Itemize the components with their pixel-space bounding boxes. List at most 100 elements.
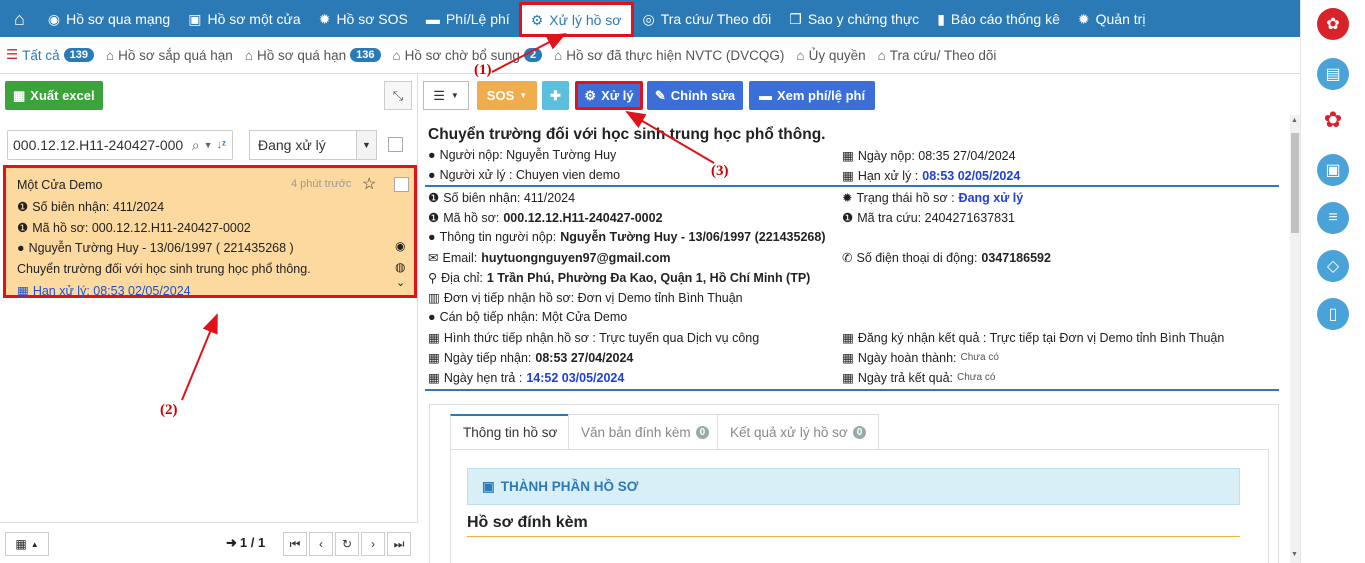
appointment-value: 14:52 03/05/2024 <box>526 370 625 385</box>
card-title: Một Cửa Demo <box>17 178 103 192</box>
edit-button[interactable]: ✎ Chỉnh sửa <box>647 81 743 110</box>
nav-xu-ly-ho-so[interactable]: ⚙ Xử lý hồ sơ <box>518 2 634 37</box>
search-input[interactable]: 000.12.12.H11-240427-000 ⌕ ▼ ↓ᶻ <box>7 130 233 160</box>
grid-menu-button[interactable]: ▦ ▲ <box>5 532 49 556</box>
user-icon: ● <box>17 241 25 255</box>
arrow-right-icon: ➜ <box>226 535 237 550</box>
pin-button[interactable]: ✚ <box>542 81 569 110</box>
compress-icon: ⤡ <box>392 87 404 103</box>
card-checkbox[interactable] <box>394 177 409 192</box>
calendar-icon: ▦ <box>842 371 854 385</box>
eye-icon[interactable]: ◉ <box>395 239 405 253</box>
tab-van-ban-dinh-kem[interactable]: Văn bản đính kèm 0 <box>568 414 723 449</box>
refresh-button[interactable]: ↻ <box>335 532 359 556</box>
info-tabs-panel: Thông tin hồ sơ Văn bản đính kèm 0 Kết qu… <box>429 404 1279 563</box>
calendar-icon: ▦ <box>842 331 854 345</box>
last-page-button[interactable]: ⏭ <box>387 532 411 556</box>
chevron-left-icon: ‹ <box>319 537 323 551</box>
tab-label: Tất cả <box>22 47 60 63</box>
tab-uy-quyen[interactable]: ⌂ Ủy quyền <box>790 48 871 63</box>
nav-ho-so-qua-mang[interactable]: ◉ Hồ sơ qua mạng <box>39 0 179 37</box>
button-label: Xử lý <box>601 88 634 103</box>
collapse-button[interactable]: ⤡ <box>384 81 412 110</box>
button-label: SOS <box>486 88 515 103</box>
tab-thong-tin-ho-so[interactable]: Thông tin hồ sơ <box>450 414 571 449</box>
inbox-icon: ⌂ <box>877 47 886 63</box>
card-desc: Chuyển trường đối với học sinh trung học… <box>17 262 311 276</box>
export-excel-button[interactable]: ▦ Xuất excel <box>5 81 103 110</box>
search-icon[interactable]: ⌕ <box>192 137 200 154</box>
nav-quan-tri[interactable]: ✹ Quản trị <box>1069 0 1155 37</box>
code-label: Mã hồ sơ: <box>443 210 500 225</box>
button-label: Xuất excel <box>30 88 95 103</box>
deadline-label: Hạn xử lý : <box>857 168 919 183</box>
database-icon[interactable]: ≡ <box>1317 202 1349 234</box>
tab-sap-qua-han[interactable]: ⌂ Hồ sơ sắp quá hạn <box>100 48 239 63</box>
user-icon: ● <box>428 148 436 162</box>
calendar-icon: ▦ <box>428 331 440 345</box>
first-page-button[interactable]: ⏮ <box>283 532 307 556</box>
tab-nvtc[interactable]: ⌂ Hồ sơ đã thực hiện NVTC (DVCQG) <box>548 48 790 63</box>
button-label: Chỉnh sửa <box>670 88 736 103</box>
caret-down-icon[interactable]: ▼ <box>204 140 213 150</box>
briefcase-icon: ▣ <box>188 10 202 27</box>
diamond-icon[interactable]: ◇ <box>1317 250 1349 282</box>
scrollbar[interactable]: ▲ ▼ <box>1290 115 1300 563</box>
last-page-icon: ⏭ <box>393 536 405 551</box>
menu-dropdown-button[interactable]: ☰ ▼ <box>423 81 469 110</box>
tab-ket-qua-xu-ly[interactable]: Kết quả xử lý hồ sơ 0 <box>717 414 880 449</box>
count-badge: 0 <box>695 425 710 439</box>
process-button[interactable]: ⚙ Xử lý <box>575 81 643 110</box>
nav-tra-cuu[interactable]: ◎ Tra cứu/ Theo dõi <box>634 0 781 37</box>
chevron-double-down-icon[interactable]: ⌄ <box>396 276 405 289</box>
submitter-info-label: Thông tin người nộp: <box>439 230 557 244</box>
emblem-icon[interactable]: ✿ <box>1317 8 1349 40</box>
globe-icon[interactable]: ◍ <box>395 260 405 274</box>
select-all-checkbox[interactable] <box>388 137 403 152</box>
status-select[interactable]: Đang xử lý ▼ <box>249 130 377 160</box>
email-icon: ✉ <box>428 251 439 265</box>
tab-tat-ca[interactable]: ☰ Tất cả 139 <box>0 47 100 63</box>
view-fee-button[interactable]: ▬ Xem phí/lệ phí <box>749 81 875 110</box>
nav-ho-so-mot-cua[interactable]: ▣ Hồ sơ một cửa <box>179 0 309 37</box>
processor: Người xử lý : Chuyen vien demo <box>439 168 621 182</box>
divider <box>467 536 1240 537</box>
nav-phi-le-phi[interactable]: ▬ Phí/Lệ phí <box>417 0 519 37</box>
count-badge: 0 <box>852 425 867 439</box>
calendar-icon: ▦ <box>842 351 854 365</box>
tab-qua-han[interactable]: ⌂ Hồ sơ quá hạn 136 <box>239 48 387 63</box>
sort-az-icon[interactable]: ↓ᶻ <box>217 139 232 151</box>
tab-cho-bo-sung[interactable]: ⌂ Hồ sơ chờ bổ sung 2 <box>387 48 549 63</box>
tab-tra-cuu[interactable]: ⌂ Tra cứu/ Theo dõi <box>872 48 1003 63</box>
map-marker-icon: ⚲ <box>428 271 438 285</box>
cog-icon: ✹ <box>842 191 853 205</box>
record-card[interactable]: Một Cửa Demo 4 phút trước ☆ ❶ Số biên nhậ… <box>3 165 417 298</box>
scrollbar-thumb[interactable] <box>1291 133 1299 233</box>
star-icon[interactable]: ☆ <box>362 174 376 194</box>
caret-down-icon: ▼ <box>519 91 528 100</box>
complete-date-value: Chưa có <box>960 352 999 363</box>
nav-bao-cao[interactable]: ▮ Báo cáo thống kê <box>928 0 1069 37</box>
info-icon: ❶ <box>17 221 29 235</box>
card-icon: ▬ <box>758 88 772 103</box>
nav-ho-so-sos[interactable]: ✹ Hồ sơ SOS <box>310 0 417 37</box>
sos-button[interactable]: SOS ▼ <box>477 81 537 110</box>
scroll-up-icon[interactable]: ▲ <box>1291 117 1298 124</box>
next-page-button[interactable]: › <box>361 532 385 556</box>
excel-icon: ▦ <box>13 87 26 103</box>
home-button[interactable]: ⌂ <box>0 0 39 37</box>
caret-down-icon: ▼ <box>450 91 459 100</box>
device-icon[interactable]: ▯ <box>1317 298 1349 330</box>
section-header: ▣ THÀNH PHẦN HỒ SƠ <box>467 468 1240 505</box>
receipt-number: Số biên nhận: 411/2024 <box>443 190 576 205</box>
receiving-unit: Đơn vị tiếp nhận hồ sơ: Đơn vị Demo tỉnh… <box>443 290 743 305</box>
return-date-label: Ngày trả kết quả: <box>857 370 954 385</box>
monitor-icon[interactable]: ▤ <box>1317 58 1349 90</box>
prev-page-button[interactable]: ‹ <box>309 532 333 556</box>
nav-sao-y[interactable]: ❐ Sao y chứng thực <box>780 0 928 37</box>
scroll-down-icon[interactable]: ▼ <box>1291 551 1298 558</box>
inbox-icon: ⌂ <box>105 47 115 63</box>
flower-icon[interactable]: ✿ <box>1317 104 1349 136</box>
lookup-code: Mã tra cứu: 2404271637831 <box>857 210 1016 225</box>
screen-icon[interactable]: ▣ <box>1317 154 1349 186</box>
